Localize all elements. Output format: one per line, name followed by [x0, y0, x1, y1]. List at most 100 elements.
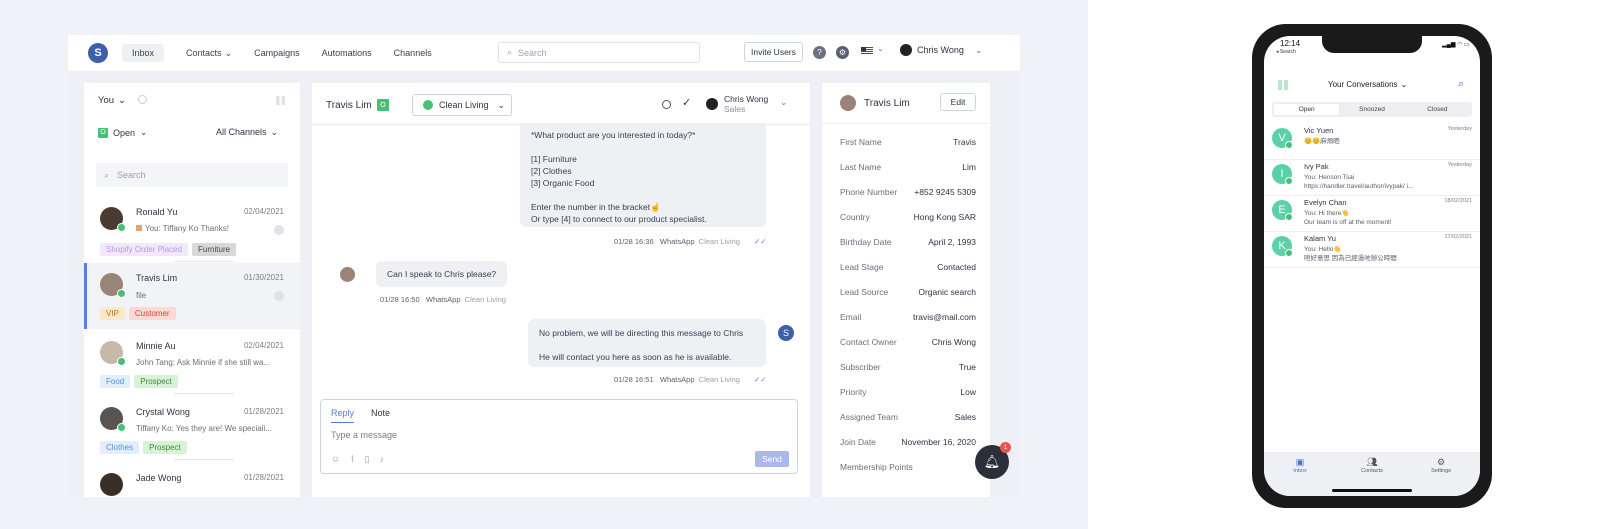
message-channel: WhatsApp: [425, 295, 461, 304]
clock-icon[interactable]: [138, 95, 147, 104]
whatsapp-icon: [1285, 141, 1293, 149]
user-menu[interactable]: Chris Wong ⌄: [900, 44, 982, 56]
bottom-nav-inbox[interactable]: ▣ Inbox: [1286, 457, 1314, 474]
field-value: True: [958, 362, 976, 372]
field-label: Subscriber: [840, 362, 881, 372]
channel-select[interactable]: Clean Living ⌄: [412, 94, 512, 116]
nav-contacts[interactable]: Contacts ⌄: [186, 48, 232, 59]
phone-notch: [1322, 36, 1422, 53]
assignee-filter[interactable]: You ⌄: [98, 95, 126, 106]
list-item[interactable]: Crystal Wong 01/28/2021 Tiffany Ko: Yes …: [84, 397, 300, 463]
nav-channels[interactable]: Channels: [394, 48, 432, 58]
microphone-icon[interactable]: ♪: [380, 454, 385, 465]
tab-reply[interactable]: Reply: [331, 408, 355, 423]
assignee-selector[interactable]: Chris Wong Sales: [724, 94, 768, 114]
contact-info-panel: Travis Lim Edit First Name Travis Last Na…: [822, 83, 990, 497]
tag: Shopify Order Placed: [100, 243, 189, 256]
list-search-input[interactable]: ⌕ Search: [96, 163, 288, 187]
contact-name: Crystal Wong: [136, 407, 190, 417]
global-search-input[interactable]: ⌕ Search: [498, 42, 700, 63]
message-line: [1] Furniture: [531, 154, 577, 164]
search-icon[interactable]: ⌕: [1458, 78, 1464, 91]
message-line: [3] Organic Food: [531, 178, 595, 188]
last-message: You: Tiffany Ko Thanks!: [136, 224, 276, 233]
nav-inbox[interactable]: Inbox: [122, 44, 165, 62]
conversation-date: 01/28/2021: [243, 407, 284, 416]
message-line: Or type [4] to connect to our product sp…: [531, 214, 707, 224]
tab-open[interactable]: Open: [1274, 104, 1340, 115]
message-channel: WhatsApp: [659, 375, 695, 384]
bottom-nav-contacts[interactable]: 👥︎ Contacts: [1356, 457, 1388, 474]
phone-bottom-nav: ▣ Inbox 👥︎ Contacts ⚙ Settings: [1264, 452, 1480, 496]
us-flag-icon[interactable]: [861, 47, 873, 55]
tab-closed[interactable]: Closed: [1405, 104, 1470, 115]
field-value: Low: [960, 387, 976, 397]
list-item-selected[interactable]: Travis Lim 01/30/2021 file VIP Customer: [84, 263, 300, 329]
edit-contact-button[interactable]: Edit: [940, 93, 976, 111]
pin-icon[interactable]: [274, 225, 284, 235]
contact-field: Assigned Team Sales: [840, 412, 976, 422]
message-input[interactable]: Type a message: [331, 430, 731, 440]
contact-name: Evelyn Chan: [1304, 198, 1347, 207]
status-filter[interactable]: O Open ⌄: [98, 127, 148, 138]
grid-icon[interactable]: [1278, 80, 1288, 90]
send-button[interactable]: Send: [755, 451, 789, 467]
field-label: First Name: [840, 137, 882, 147]
field-value: Sales: [954, 412, 976, 422]
list-item[interactable]: Ronald Yu 02/04/2021 You: Tiffany Ko Tha…: [84, 197, 300, 263]
phone-title: Your Conversations: [1328, 80, 1398, 89]
nav-automations[interactable]: Automations: [322, 48, 372, 58]
contact-field: First Name Travis: [840, 137, 976, 147]
nav-campaigns[interactable]: Campaigns: [254, 48, 300, 58]
logo-icon[interactable]: S: [88, 43, 108, 63]
invite-users-button[interactable]: Invite Users: [744, 42, 803, 62]
list-item[interactable]: Jade Wong 01/28/2021: [84, 463, 300, 497]
message-time: 01/28 16:50: [380, 295, 420, 304]
chevron-down-icon[interactable]: ⌄: [780, 97, 788, 108]
snooze-clock-icon[interactable]: [662, 100, 671, 109]
chevron-down-icon: ⌄: [497, 99, 505, 110]
tab-note[interactable]: Note: [371, 408, 390, 418]
bottom-nav-settings[interactable]: ⚙ Settings: [1426, 457, 1456, 474]
conversation-header: Travis Lim O Clean Living ⌄ ✓ Chris Wong…: [312, 83, 810, 125]
whatsapp-icon: [423, 100, 433, 110]
last-message: You: Hello👋 唔好意思 因為已經過咗辦公時間: [1304, 245, 1472, 263]
field-label: Membership Points: [840, 462, 913, 472]
emoji-icon[interactable]: ☺: [331, 454, 340, 465]
help-icon[interactable]: ?: [813, 46, 826, 59]
back-to-search-link[interactable]: ◂ Search: [1276, 49, 1296, 55]
tag: VIP: [100, 307, 125, 320]
field-value: Chris Wong: [931, 337, 976, 347]
channel-filter[interactable]: All Channels ⌄: [216, 127, 278, 138]
contact-field: Email travis@mail.com: [840, 312, 976, 322]
attachment-icon[interactable]: ⌇: [350, 454, 354, 465]
whatsapp-icon: [1285, 177, 1293, 185]
last-message-line: You: Hello👋: [1304, 246, 1342, 253]
list-item[interactable]: Minnie Au 02/04/2021 John Tang: Ask Minn…: [84, 331, 300, 397]
pin-icon[interactable]: [274, 291, 284, 301]
contact-name: Jade Wong: [136, 473, 182, 483]
gear-icon[interactable]: ⚙: [836, 46, 849, 59]
template-icon[interactable]: ▯: [365, 454, 370, 465]
conversation-list-panel: You ⌄ O Open ⌄ All Channels ⌄ ⌕ Search Rona…: [84, 83, 300, 497]
list-item[interactable]: V Vic Yuen Yesterday 😊😊麻煩晒: [1264, 122, 1480, 160]
conversation-view-selector[interactable]: Your Conversations ⌄: [1328, 80, 1407, 89]
tab-snoozed[interactable]: Snoozed: [1339, 104, 1404, 115]
list-item[interactable]: E Evelyn Chan 18/02/2021 You: Hi there👋 O…: [1264, 194, 1480, 232]
avatar: [706, 98, 718, 110]
tag: Clothes: [100, 441, 140, 454]
chevron-down-icon[interactable]: ⌄: [877, 44, 884, 53]
check-icon[interactable]: ✓: [682, 96, 691, 109]
open-status-icon[interactable]: O: [377, 99, 389, 111]
nav-contacts-label: Contacts: [186, 48, 222, 58]
double-check-icon: ✓✓: [753, 375, 767, 384]
list-item[interactable]: I Ivy Pak Yesterday You: Henson Tsai http…: [1264, 158, 1480, 196]
chevron-down-icon: ⌄: [224, 47, 233, 58]
last-message-line: You: Henson Tsai: [1304, 174, 1355, 181]
message-meta: 01/28 16:50 WhatsApp Clean Living: [380, 295, 506, 304]
list-item[interactable]: K Kalam Yu 17/02/2021 You: Hello👋 唔好意思 因為…: [1264, 230, 1480, 268]
grid-icon[interactable]: [276, 96, 285, 105]
last-message: Tiffany Ko: Yes they are! We speciali...: [136, 424, 272, 433]
avatar: [840, 95, 856, 111]
last-message-line: Our team is off at the moment!: [1304, 219, 1392, 226]
